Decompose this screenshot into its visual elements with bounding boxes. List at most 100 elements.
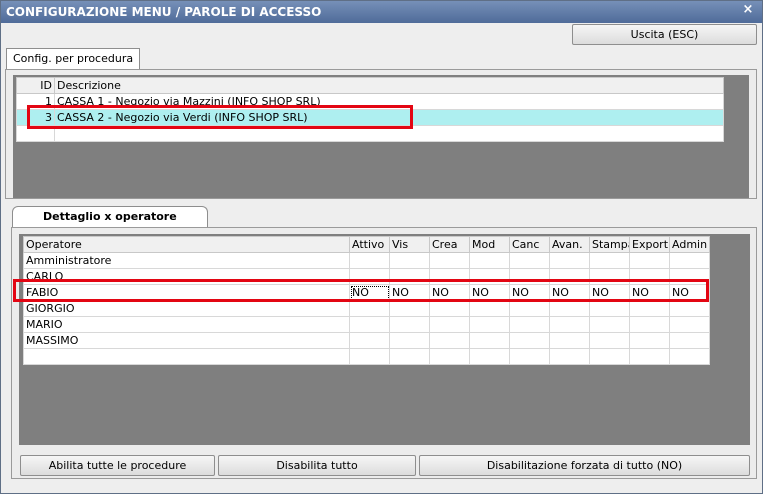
procedure-description-cell[interactable]: CASSA 2 - Negozio via Verdi (INFO SHOP S… — [54, 109, 724, 126]
column-header-crea[interactable]: Crea — [429, 236, 470, 253]
operator-name-cell[interactable]: MARIO — [23, 316, 350, 333]
procedure-table: ID Descrizione 1 CASSA 1 - Negozio via Ma… — [16, 77, 724, 142]
tab-config-per-procedura[interactable]: Config. per procedura — [6, 48, 141, 70]
column-header-mod[interactable]: Mod — [469, 236, 510, 253]
exit-button[interactable]: Uscita (ESC) — [572, 24, 757, 45]
column-header-id[interactable]: ID — [16, 77, 55, 94]
procedure-empty-row — [16, 125, 724, 142]
operator-row[interactable]: FABIO NO NO NO NO NO NO NO NO NO — [23, 284, 710, 301]
permission-cell[interactable] — [629, 252, 670, 269]
permission-cell[interactable] — [429, 252, 470, 269]
procedure-row[interactable]: 1 CASSA 1 - Negozio via Mazzini (INFO SHO… — [16, 93, 724, 110]
permission-cell[interactable] — [389, 316, 430, 333]
empty-cell — [429, 348, 470, 365]
column-header-export[interactable]: Export — [629, 236, 670, 253]
permission-cell[interactable] — [349, 300, 390, 317]
permission-cell[interactable] — [429, 316, 470, 333]
column-header-operatore[interactable]: Operatore — [23, 236, 350, 253]
permission-cell[interactable] — [549, 300, 590, 317]
procedure-grid-area: ID Descrizione 1 CASSA 1 - Negozio via Ma… — [13, 75, 749, 198]
procedure-row[interactable]: 3 CASSA 2 - Negozio via Verdi (INFO SHOP … — [16, 109, 724, 126]
permission-cell[interactable]: NO — [509, 284, 550, 301]
force-disable-all-button[interactable]: Disabilitazione forzata di tutto (NO) — [419, 455, 750, 476]
permission-cell[interactable] — [629, 268, 670, 285]
permission-cell[interactable] — [389, 252, 430, 269]
permission-cell[interactable] — [469, 268, 510, 285]
permission-cell[interactable] — [549, 332, 590, 349]
disable-all-button[interactable]: Disabilita tutto — [218, 455, 416, 476]
permission-cell[interactable] — [349, 252, 390, 269]
operator-row[interactable]: MASSIMO — [23, 332, 710, 349]
permission-cell[interactable] — [669, 252, 710, 269]
permission-cell[interactable] — [669, 268, 710, 285]
permission-cell[interactable] — [469, 300, 510, 317]
column-header-canc[interactable]: Canc — [509, 236, 550, 253]
empty-cell — [549, 348, 590, 365]
column-header-stampa[interactable]: Stampa — [589, 236, 630, 253]
permission-cell[interactable]: NO — [669, 284, 710, 301]
permission-cell[interactable] — [469, 252, 510, 269]
permission-cell[interactable] — [629, 300, 670, 317]
close-icon[interactable]: × — [740, 2, 756, 20]
operator-name-cell[interactable]: Amministratore — [23, 252, 350, 269]
permission-cell[interactable] — [669, 316, 710, 333]
permission-cell[interactable] — [549, 316, 590, 333]
operator-name-cell[interactable]: MASSIMO — [23, 332, 350, 349]
permission-cell[interactable] — [589, 300, 630, 317]
permission-cell[interactable] — [429, 300, 470, 317]
operator-row[interactable]: MARIO — [23, 316, 710, 333]
enable-all-procedures-button[interactable]: Abilita tutte le procedure — [20, 455, 215, 476]
title-bar: CONFIGURAZIONE MENU / PAROLE DI ACCESSO … — [1, 1, 762, 23]
permission-cell[interactable] — [509, 252, 550, 269]
permission-cell[interactable] — [469, 316, 510, 333]
permission-cell[interactable] — [349, 332, 390, 349]
permission-cell[interactable]: NO — [389, 284, 430, 301]
permission-cell[interactable] — [349, 268, 390, 285]
permission-cell[interactable] — [509, 332, 550, 349]
permission-cell[interactable] — [589, 332, 630, 349]
permission-cell[interactable]: NO — [349, 284, 390, 301]
operator-row[interactable]: CARLO — [23, 268, 710, 285]
permission-cell[interactable]: NO — [469, 284, 510, 301]
procedure-id-cell[interactable]: 3 — [16, 109, 55, 126]
operator-row[interactable]: Amministratore — [23, 252, 710, 269]
permission-cell[interactable] — [349, 316, 390, 333]
permission-cell[interactable] — [429, 332, 470, 349]
permission-cell[interactable]: NO — [429, 284, 470, 301]
permission-cell[interactable] — [469, 332, 510, 349]
permission-cell[interactable] — [509, 268, 550, 285]
column-header-attivo[interactable]: Attivo — [349, 236, 390, 253]
permission-cell[interactable] — [389, 332, 430, 349]
column-header-admin[interactable]: Admin — [669, 236, 710, 253]
operator-name-cell[interactable]: CARLO — [23, 268, 350, 285]
column-header-vis[interactable]: Vis — [389, 236, 430, 253]
permission-cell[interactable] — [509, 300, 550, 317]
operator-row[interactable]: GIORGIO — [23, 300, 710, 317]
procedure-description-cell[interactable]: CASSA 1 - Negozio via Mazzini (INFO SHOP… — [54, 93, 724, 110]
permission-cell[interactable]: NO — [589, 284, 630, 301]
permission-cell[interactable] — [589, 316, 630, 333]
column-header-avan[interactable]: Avan. — [549, 236, 590, 253]
permission-cell[interactable] — [389, 268, 430, 285]
window-title: CONFIGURAZIONE MENU / PAROLE DI ACCESSO — [6, 5, 322, 19]
permission-cell[interactable] — [549, 268, 590, 285]
permission-cell[interactable] — [389, 300, 430, 317]
operator-name-cell[interactable]: GIORGIO — [23, 300, 350, 317]
column-header-descrizione[interactable]: Descrizione — [54, 77, 724, 94]
permission-cell[interactable] — [549, 252, 590, 269]
permission-cell[interactable] — [669, 332, 710, 349]
permission-cell[interactable]: NO — [549, 284, 590, 301]
permission-cell[interactable] — [629, 332, 670, 349]
procedure-id-cell[interactable]: 1 — [16, 93, 55, 110]
permission-cell[interactable] — [429, 268, 470, 285]
permission-cell[interactable] — [589, 268, 630, 285]
tab-dettaglio-operatore[interactable]: Dettaglio x operatore — [12, 206, 208, 228]
operator-name-cell[interactable]: FABIO — [23, 284, 350, 301]
permission-cell[interactable] — [589, 252, 630, 269]
permission-cell[interactable] — [509, 316, 550, 333]
procedure-header-row: ID Descrizione — [16, 77, 724, 94]
permission-cell[interactable] — [669, 300, 710, 317]
permission-cell[interactable]: NO — [629, 284, 670, 301]
operator-empty-row — [23, 348, 710, 365]
permission-cell[interactable] — [629, 316, 670, 333]
